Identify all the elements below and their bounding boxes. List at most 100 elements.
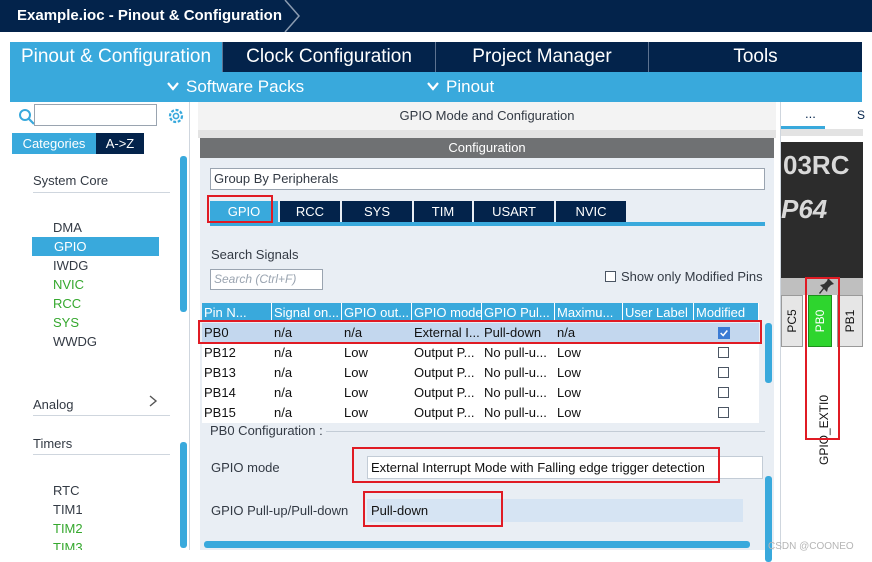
- pinout-menu[interactable]: Pinout: [426, 72, 494, 102]
- checkbox[interactable]: [718, 387, 729, 398]
- cell-output: Low: [344, 385, 368, 400]
- table-row[interactable]: PB13 n/a Low Output P... No pull-u... Lo…: [202, 363, 759, 383]
- section-divider: [33, 192, 170, 193]
- cell-signal: n/a: [274, 365, 293, 380]
- cell-modified: [694, 403, 759, 423]
- cell-modified: [694, 343, 759, 363]
- horizontal-scrollbar[interactable]: [204, 541, 750, 548]
- checkbox[interactable]: [718, 347, 729, 358]
- show-modified-checkbox[interactable]: Show only Modified Pins: [605, 269, 763, 284]
- cell-output: Low: [344, 405, 368, 420]
- periph-rtc[interactable]: RTC: [53, 483, 79, 498]
- periph-sys[interactable]: SYS: [53, 315, 79, 330]
- annotation-box-pb0-row: [198, 320, 762, 344]
- ptab-sys[interactable]: SYS: [342, 201, 412, 222]
- chip-body[interactable]: 03RC P64: [781, 142, 863, 295]
- panel-title: GPIO Mode and Configuration: [198, 102, 776, 130]
- tab-pinout-configuration[interactable]: Pinout & Configuration: [10, 42, 222, 72]
- section-timers[interactable]: Timers: [33, 436, 72, 451]
- cell-pull: No pull-u...: [484, 405, 547, 420]
- title-bar: Example.ioc - Pinout & Configuration: [0, 0, 872, 32]
- checkbox[interactable]: [718, 407, 729, 418]
- periph-nvic[interactable]: NVIC: [53, 277, 84, 292]
- table-scrollbar[interactable]: [765, 323, 772, 383]
- section-divider: [33, 454, 170, 455]
- gear-icon[interactable]: [166, 106, 186, 126]
- cell-user-label: [623, 383, 694, 403]
- cell-mode: Output P...: [414, 405, 475, 420]
- chip-part-text: 03RC: [783, 150, 850, 180]
- gpio-pull-label: GPIO Pull-up/Pull-down: [211, 503, 349, 518]
- periph-tim1[interactable]: TIM1: [53, 502, 83, 517]
- cell-pin: PB13: [204, 365, 236, 380]
- cell-signal: n/a: [274, 345, 293, 360]
- section-analog[interactable]: Analog: [33, 397, 73, 412]
- periph-gpio[interactable]: GPIO: [32, 237, 159, 256]
- section-system-core[interactable]: System Core: [33, 173, 108, 188]
- pin-configuration-title: PB0 Configuration :: [208, 423, 326, 438]
- more-tab[interactable]: ...: [805, 106, 816, 121]
- cell-max: Low: [557, 385, 581, 400]
- pin-pb1[interactable]: PB1: [837, 295, 863, 347]
- table-row[interactable]: PB14 n/a Low Output P... No pull-u... Lo…: [202, 383, 759, 403]
- ptab-rcc[interactable]: RCC: [280, 201, 340, 222]
- periph-iwdg[interactable]: IWDG: [53, 258, 88, 273]
- cell-pull: No pull-u...: [484, 345, 547, 360]
- periph-wwdg[interactable]: WWDG: [53, 334, 97, 349]
- cell-pin: PB15: [204, 405, 236, 420]
- cell-output: Low: [344, 365, 368, 380]
- cell-pin: PB12: [204, 345, 236, 360]
- ptab-nvic[interactable]: NVIC: [556, 201, 626, 222]
- periph-tim2[interactable]: TIM2: [53, 521, 83, 536]
- cell-user-label: [623, 343, 694, 363]
- left-scrollbar-lower[interactable]: [180, 442, 187, 548]
- periph-tim3[interactable]: TIM3: [53, 540, 83, 550]
- tab-categories[interactable]: Categories: [12, 133, 96, 154]
- software-packs-menu[interactable]: Software Packs: [166, 72, 304, 102]
- tab-project-manager[interactable]: Project Manager: [435, 42, 648, 72]
- main-tabs: Pinout & Configuration Clock Configurati…: [10, 42, 862, 72]
- tab-clock-configuration[interactable]: Clock Configuration: [222, 42, 435, 72]
- cell-user-label: [623, 403, 694, 423]
- cell-max: Low: [557, 345, 581, 360]
- software-packs-label: Software Packs: [186, 77, 305, 96]
- configuration-header: Configuration: [200, 138, 774, 158]
- chip-package-text: P64: [781, 194, 828, 224]
- category-search-input[interactable]: [34, 104, 157, 126]
- cell-max: Low: [557, 405, 581, 420]
- pin-label: PC5: [785, 309, 799, 333]
- annotation-box-pull-down: [363, 491, 503, 527]
- periph-rcc[interactable]: RCC: [53, 296, 81, 311]
- tab-tools[interactable]: Tools: [648, 42, 862, 72]
- table-row[interactable]: PB15 n/a Low Output P... No pull-u... Lo…: [202, 403, 759, 423]
- chevron-right-icon[interactable]: [148, 395, 158, 407]
- cell-output: Low: [344, 345, 368, 360]
- left-scrollbar[interactable]: [180, 156, 187, 312]
- show-modified-label: Show only Modified Pins: [621, 269, 763, 284]
- pinout-label: Pinout: [446, 77, 495, 96]
- cell-pin: PB14: [204, 385, 236, 400]
- periph-dma[interactable]: DMA: [53, 220, 82, 235]
- annotation-box-gpio-tab: [207, 195, 273, 223]
- gpio-mode-label: GPIO mode: [211, 460, 280, 475]
- cell-mode: Output P...: [414, 365, 475, 380]
- system-view-tab[interactable]: S: [857, 108, 865, 122]
- tab-underline: [210, 222, 765, 226]
- checkbox[interactable]: [718, 367, 729, 378]
- pinout-view-tabs: ... S: [781, 102, 865, 129]
- search-signals-input[interactable]: Search (Ctrl+F): [210, 269, 323, 290]
- cell-user-label: [623, 363, 694, 383]
- pin-label: PB1: [843, 309, 857, 333]
- tab-a-to-z[interactable]: A->Z: [96, 133, 144, 154]
- ptab-tim[interactable]: TIM: [414, 201, 472, 222]
- panel-separator: [781, 129, 863, 136]
- table-row[interactable]: PB12 n/a Low Output P... No pull-u... Lo…: [202, 343, 759, 363]
- pin-pc5[interactable]: PC5: [781, 295, 803, 347]
- cell-max: Low: [557, 365, 581, 380]
- ptab-usart[interactable]: USART: [474, 201, 554, 222]
- chevron-down-icon: [427, 82, 439, 91]
- categories-panel: Categories A->Z System Core DMA GPIO IWD…: [10, 102, 190, 550]
- group-by-dropdown[interactable]: Group By Peripherals: [210, 168, 765, 190]
- checkbox[interactable]: [605, 271, 616, 282]
- breadcrumb-chevron-icon: [284, 0, 300, 32]
